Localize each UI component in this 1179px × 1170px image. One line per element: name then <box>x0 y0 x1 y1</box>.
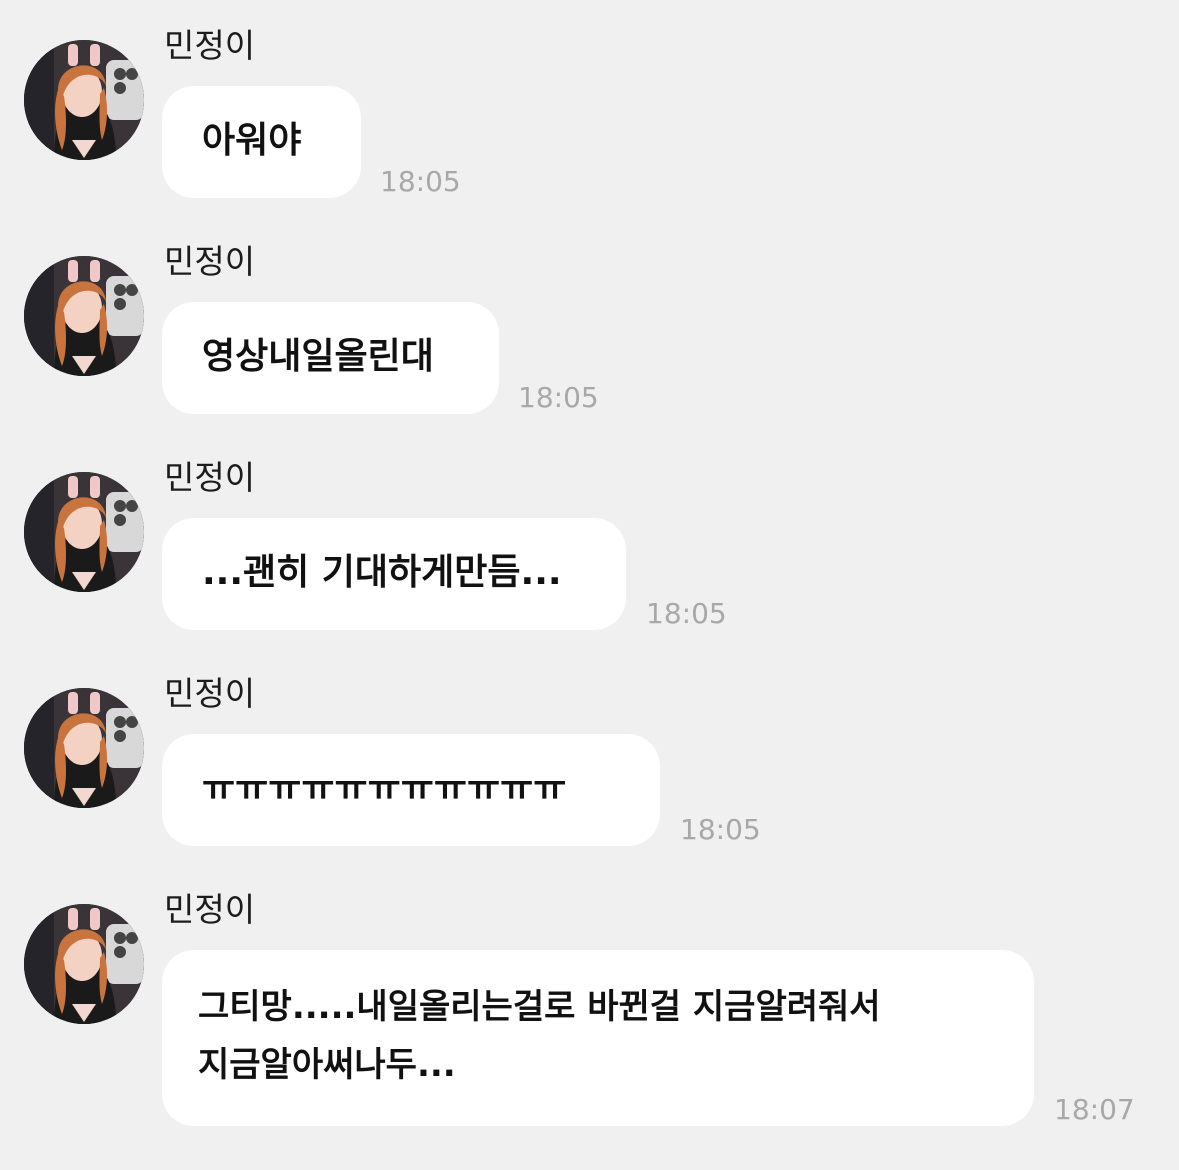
message-time: 18:05 <box>646 597 727 630</box>
avatar[interactable] <box>24 904 144 1024</box>
message-time: 18:05 <box>518 381 599 414</box>
message-text: ㅠㅠㅠㅠㅠㅠㅠㅠㅠㅠㅠ <box>202 768 567 809</box>
profile-photo-icon <box>24 256 144 376</box>
sender-name: 민정이 <box>164 26 256 65</box>
profile-photo-icon <box>24 688 144 808</box>
chat-window: 민정이 아워야 18:05 민정이 영상내일올린대 18:05 민정이 ...괜… <box>0 0 1179 1170</box>
avatar[interactable] <box>24 40 144 160</box>
profile-photo-icon <box>24 40 144 160</box>
message-bubble[interactable]: 영상내일올린대 <box>162 302 499 414</box>
message-bubble[interactable]: ㅠㅠㅠㅠㅠㅠㅠㅠㅠㅠㅠ <box>162 734 660 846</box>
message-text-line: 지금알아써나두... <box>198 1045 456 1085</box>
sender-name: 민정이 <box>164 890 256 929</box>
message-text: 아워야 <box>202 120 302 161</box>
avatar[interactable] <box>24 472 144 592</box>
message-bubble[interactable]: ...괜히 기대하게만듬... <box>162 518 626 630</box>
sender-name: 민정이 <box>164 458 256 497</box>
message-text: ...괜히 기대하게만듬... <box>202 552 562 593</box>
profile-photo-icon <box>24 472 144 592</box>
sender-name: 민정이 <box>164 242 256 281</box>
sender-name: 민정이 <box>164 674 256 713</box>
message-time: 18:05 <box>680 813 761 846</box>
message-text: 영상내일올린대 <box>202 336 434 377</box>
avatar[interactable] <box>24 256 144 376</box>
message-time: 18:05 <box>380 165 461 198</box>
profile-photo-icon <box>24 904 144 1024</box>
avatar[interactable] <box>24 688 144 808</box>
message-bubble[interactable]: 그티망.....내일올리는걸로 바뀐걸 지금알려줘서 지금알아써나두... <box>162 950 1034 1126</box>
message-text-line: 그티망.....내일올리는걸로 바뀐걸 지금알려줘서 <box>198 987 881 1027</box>
message-bubble[interactable]: 아워야 <box>162 86 361 198</box>
message-time: 18:07 <box>1054 1093 1135 1126</box>
